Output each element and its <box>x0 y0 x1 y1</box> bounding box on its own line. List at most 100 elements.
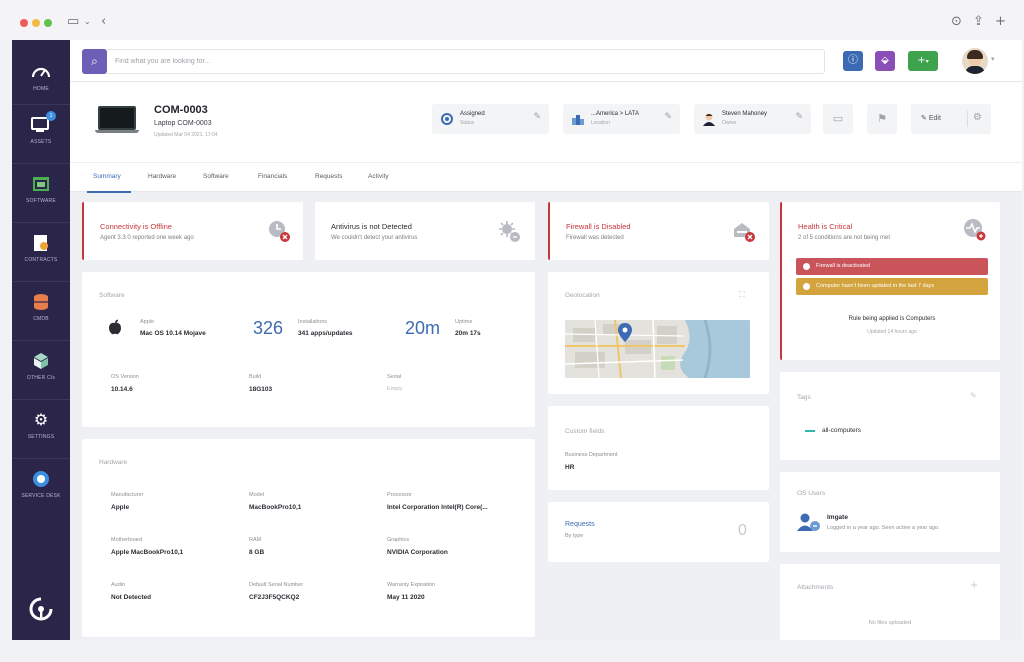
sidebar-item-other-cis[interactable]: OTHER CIs <box>12 340 70 398</box>
serial-number-value: CF2J3F5QCKQ2 <box>249 594 300 601</box>
edit-icon[interactable]: ✎ <box>795 112 803 122</box>
edit-label: ✎ Edit <box>921 114 941 122</box>
status-chip[interactable]: Assigned Status ✎ <box>432 104 549 134</box>
gear-icon[interactable]: ⚙ <box>973 112 982 123</box>
zoom-window-button[interactable] <box>44 19 52 27</box>
field-label: Warranty Expiration <box>387 582 436 588</box>
tab-hardware[interactable]: Hardware <box>148 173 176 180</box>
health-alert: Firewall is deactivated <box>796 258 988 275</box>
add-button[interactable]: +▾ <box>908 51 938 71</box>
avatar[interactable] <box>962 48 988 74</box>
card-heading: OS Users <box>797 490 826 497</box>
share-icon[interactable]: ⇪ <box>973 14 984 30</box>
remote-desktop-button[interactable]: ▭ <box>823 104 853 134</box>
card-heading: Hardware <box>99 459 128 466</box>
owner-chip-title: Steven Mahoney <box>722 111 768 117</box>
requests-count: 0 <box>738 522 747 539</box>
connectivity-card[interactable]: Connectivity is Offline Agent 3.3.0 repo… <box>82 202 303 260</box>
uptime-label: Uptime <box>455 319 473 325</box>
main-content: ⌕ ⓘ ⬙ +▾ ▾ COM-0003 Laptop COM-0003 Upda… <box>70 40 1022 640</box>
card-subtitle: Firewall was detected <box>566 235 624 241</box>
os-users-card: OS Users lmgate Logged in a year ago. Se… <box>780 472 1000 552</box>
tab-activity[interactable]: Activity <box>368 173 389 180</box>
status-chip-label: Status <box>460 120 475 126</box>
add-attachment-icon[interactable]: + <box>970 580 978 591</box>
users-icon <box>797 513 820 531</box>
edit-button[interactable]: ✎ Edit ⚙ <box>911 104 991 134</box>
chevron-down-icon: ▾ <box>925 58 929 65</box>
gear-icon: ⚙ <box>33 410 49 429</box>
edit-icon[interactable]: ✎ <box>533 112 541 122</box>
boxes-icon <box>30 351 52 371</box>
owner-chip-label: Owner <box>722 120 737 126</box>
field-label: Model <box>249 492 264 498</box>
antivirus-card[interactable]: Antivirus is not Detected We couldn't de… <box>315 202 535 260</box>
sidebar-item-contracts[interactable]: CONTRACTS <box>12 222 70 280</box>
info-button[interactable]: ⓘ <box>843 51 863 71</box>
location-chip-label: Location <box>591 120 610 126</box>
installations-sub: 341 apps/updates <box>298 330 353 337</box>
edit-icon[interactable]: ✎ <box>664 112 672 122</box>
edit-icon[interactable]: ✎ <box>970 391 977 400</box>
map[interactable] <box>565 320 750 378</box>
location-icon <box>572 115 584 125</box>
search-icon: ⌕ <box>91 54 98 68</box>
sidebar-item-label: CMDB <box>33 316 49 322</box>
sidebar-item-home[interactable]: HOME <box>12 52 70 110</box>
sidebar-item-service-desk[interactable]: SERVICE DESK <box>12 458 70 516</box>
tab-software[interactable]: Software <box>203 173 229 180</box>
flag-icon: ⚑ <box>877 112 887 125</box>
sidebar-item-cmdb[interactable]: CMDB <box>12 281 70 339</box>
status-chip-title: Assigned <box>460 111 485 117</box>
sidebar-item-assets[interactable]: 1 ASSETS <box>12 104 70 162</box>
owner-chip[interactable]: Steven Mahoney Owner ✎ <box>694 104 811 134</box>
firewall-card[interactable]: Firewall is Disabled Firewall was detect… <box>548 202 769 260</box>
close-window-button[interactable] <box>20 19 28 27</box>
error-icon <box>803 263 810 270</box>
field-label: OS Version <box>111 374 139 380</box>
card-heading: Geolocation <box>565 292 600 299</box>
sidebar-item-label: SETTINGS <box>27 434 55 440</box>
chevron-down-icon[interactable]: ▾ <box>991 55 995 63</box>
sidebar-item-settings[interactable]: ⚙ SETTINGS <box>12 399 70 457</box>
tags-button[interactable]: ⬙ <box>875 51 895 71</box>
tab-requests[interactable]: Requests <box>315 173 342 180</box>
software-icon <box>30 174 52 194</box>
sidebar-item-label: SERVICE DESK <box>21 493 61 499</box>
tab-financials[interactable]: Financials <box>258 173 287 180</box>
download-icon[interactable]: ⊙ <box>951 14 962 30</box>
browser-toolbar: ▭ ⌄ ‹ ⊙ ⇪ + <box>0 0 1024 40</box>
expand-icon[interactable]: ⛶ <box>739 290 745 300</box>
health-card[interactable]: Health is Critical 2 of 5 conditions are… <box>780 202 1000 360</box>
requests-heading[interactable]: Requests <box>565 521 595 528</box>
tag-item[interactable]: all-computers <box>822 427 861 434</box>
location-chip[interactable]: ...America > LATA Location ✎ <box>563 104 680 134</box>
sidebar-item-software[interactable]: SOFTWARE <box>12 163 70 221</box>
search-input[interactable] <box>107 49 825 74</box>
requests-card[interactable]: Requests By type 0 <box>548 502 769 562</box>
field-label: Build <box>249 374 262 380</box>
field-label: RAM <box>249 537 262 543</box>
tab-summary[interactable]: Summary <box>93 173 121 180</box>
flag-button[interactable]: ⚑ <box>867 104 897 134</box>
new-tab-icon[interactable]: + <box>995 14 1006 30</box>
chevron-down-icon[interactable]: ⌄ <box>84 14 91 30</box>
field-label: Default Serial Number <box>249 582 304 588</box>
search-button[interactable]: ⌕ <box>82 49 107 74</box>
health-alert-text: Computer hasn't been updated in the last… <box>816 283 935 289</box>
asset-header: COM-0003 Laptop COM-0003 Updated Mar 04 … <box>70 82 1022 162</box>
os-version-value: 10.14.6 <box>111 386 133 393</box>
card-title: Firewall is Disabled <box>566 222 631 231</box>
monitor-icon: 1 <box>30 111 56 135</box>
back-icon[interactable]: ‹ <box>101 14 106 30</box>
minimize-window-button[interactable] <box>32 19 40 27</box>
field-label: Business Department <box>565 452 618 458</box>
brand-logo-icon <box>29 597 53 621</box>
card-subtitle: We couldn't detect your antivirus <box>331 235 418 241</box>
sidebar-toggle-icon[interactable]: ▭ <box>67 14 79 30</box>
graphics-value: NVIDIA Corporation <box>387 549 448 556</box>
health-rule: Rule being applied is Computers <box>848 316 936 322</box>
uptime-sub: 20m 17s <box>455 330 481 337</box>
uptime-value: 20m <box>405 318 441 338</box>
sidebar: HOME 1 ASSETS SOFTWARE CONTRACTS CMDB OT… <box>12 40 70 640</box>
